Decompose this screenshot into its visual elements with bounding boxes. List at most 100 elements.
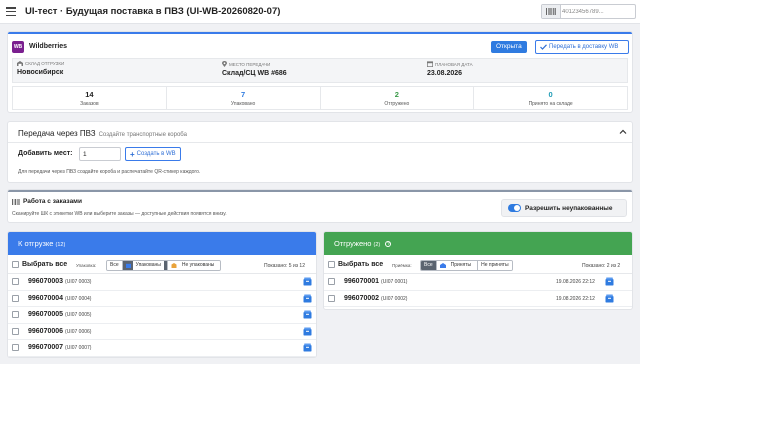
filter-unpacked[interactable]: Не упакованы [167, 261, 221, 270]
row-checkbox[interactable] [12, 278, 19, 285]
order-number: 996070006 (UI07 0006) [28, 328, 91, 335]
allow-unpacked-control: Разрешить неупакованные [501, 199, 627, 217]
box-icon[interactable] [303, 327, 312, 336]
row-checkbox[interactable] [12, 344, 19, 351]
shipment-info-row: СКЛАД ОТГРУЗКИ Новосибирск МЕСТО ПЕРЕДАЧ… [12, 58, 628, 83]
shipped-filter-row: Выбрать все Приёмка: Все Приняты Не прин… [324, 255, 632, 274]
row-checkbox[interactable] [328, 294, 335, 302]
stat-accepted: 0 Принято на складе [474, 87, 627, 109]
order-number: 996070003 (UI07 0003) [28, 278, 91, 285]
order-number: 996070005 (UI07 0005) [28, 311, 91, 318]
row-checkbox[interactable] [12, 311, 19, 318]
to-ship-panel: К отгрузке (12) Выбрать все Упаковка: Вс… [8, 232, 316, 357]
info-transfer-place-value: Склад/СЦ WB #686 [222, 70, 287, 77]
shipment-card: WB Wildberries Открыта Передать в достав… [8, 32, 632, 112]
barcode-icon [542, 5, 561, 18]
stat-orders: 14 Заказов [13, 87, 167, 109]
stat-packed-caption: Упаковано [230, 101, 256, 107]
info-planned-date: ПЛАНОВАЯ ДАТА 23.08.2026 [427, 61, 473, 77]
help-icon[interactable]: ? [385, 241, 392, 248]
box-icon[interactable] [303, 277, 312, 286]
shipped-date: 19.08.2026 22:12 [556, 279, 595, 285]
transfer-to-delivery-button[interactable]: Передать в доставку WB [535, 40, 629, 54]
barcode-icon [12, 198, 20, 205]
order-row[interactable]: 996070002 (UI07 0002) 19.08.2026 22:12 [324, 291, 632, 307]
stat-shipped-caption: Отгружено [384, 101, 410, 107]
filter-accepted[interactable]: Приняты [436, 261, 479, 270]
to-ship-shown-count: Показано: 5 из 12 [264, 263, 305, 269]
packing-filter: Все Упакованы Не упакованы [106, 260, 222, 271]
box-icon[interactable] [303, 343, 312, 352]
order-row[interactable]: 996070007 (UI07 0007) [8, 340, 316, 357]
order-row[interactable]: 996070001 (UI07 0001) 19.08.2026 22:12 [324, 274, 632, 291]
stat-shipped-value: 2 [394, 90, 399, 99]
box-icon[interactable] [303, 310, 312, 319]
order-number: 996070002 (UI07 0002) [344, 295, 407, 302]
barcode-scan-field[interactable] [541, 4, 636, 19]
pvz-title[interactable]: Передача через ПВЗ Создайте транспортные … [18, 129, 187, 138]
stat-orders-value: 14 [85, 90, 94, 99]
select-all-label: Выбрать все [22, 261, 68, 268]
box-icon[interactable] [605, 277, 614, 286]
chevron-up-icon[interactable] [619, 128, 627, 136]
row-checkbox[interactable] [12, 294, 19, 302]
shipment-stats-row: 14 Заказов 7 Упаковано 2 Отгружено 0 При… [12, 86, 628, 110]
wildberries-logo: WB [12, 41, 24, 53]
stat-shipped: 2 Отгружено [321, 87, 475, 109]
pvz-title-text: Передача через ПВЗ [18, 129, 96, 138]
location-pin-icon [222, 61, 227, 67]
warehouse-icon [439, 263, 446, 268]
acceptance-filter-label: Приёмка: [392, 263, 412, 268]
order-code: (UI07 0005) [65, 312, 92, 318]
order-row[interactable]: 996070005 (UI07 0005) [8, 307, 316, 324]
check-icon [540, 44, 547, 50]
status-badge: Открыта [491, 41, 527, 53]
allow-unpacked-toggle[interactable] [508, 204, 521, 212]
shipped-count: (2) [373, 242, 381, 248]
filter-packed-label: Упакованы [132, 261, 164, 270]
order-row[interactable]: 996070006 (UI07 0006) [8, 324, 316, 340]
transfer-to-delivery-label: Передать в доставку WB [549, 44, 619, 50]
box-icon[interactable] [303, 294, 312, 303]
filter-all[interactable]: Все [421, 261, 437, 270]
box-icon[interactable] [605, 294, 614, 303]
to-ship-title: К отгрузке [18, 239, 54, 248]
select-all-checkbox[interactable] [328, 261, 335, 268]
create-in-wb-button[interactable]: + Создать в WB [125, 147, 181, 161]
info-planned-date-label: ПЛАНОВАЯ ДАТА [435, 61, 473, 67]
select-all-checkbox[interactable] [12, 261, 19, 268]
menu-icon[interactable] [6, 7, 16, 17]
top-bar: UI-тест · Будущая поставка в ПВЗ (UI-WB-… [0, 0, 640, 24]
orders-work-title-text: Работа с заказами [23, 198, 82, 205]
order-row[interactable]: 996070003 (UI07 0003) [8, 274, 316, 291]
order-code: (UI07 0006) [65, 328, 92, 335]
order-row[interactable]: 996070004 (UI07 0004) [8, 291, 316, 307]
order-code: (UI07 0001) [381, 279, 408, 285]
stat-accepted-value: 0 [548, 90, 553, 99]
filter-not-accepted[interactable]: Не приняты [478, 261, 512, 270]
order-number-text: 996070007 [28, 344, 64, 351]
pvz-hint: Для передачи через ПВЗ создайте короба и… [18, 169, 201, 175]
order-number: 996070007 (UI07 0007) [28, 344, 91, 351]
select-all-label: Выбрать все [338, 261, 384, 268]
shipped-header: Отгружено (2) ? [324, 232, 632, 255]
barcode-input[interactable] [562, 6, 634, 17]
info-transfer-place-label: МЕСТО ПЕРЕДАЧИ [229, 61, 271, 67]
app-window: UI-тест · Будущая поставка в ПВЗ (UI-WB-… [0, 0, 640, 364]
order-number-text: 996070005 [28, 311, 64, 318]
row-checkbox[interactable] [328, 278, 335, 285]
row-checkbox[interactable] [12, 327, 19, 335]
pvz-transfer-card: Передача через ПВЗ Создайте транспортные … [8, 122, 632, 182]
filter-accepted-label: Приняты [447, 261, 475, 270]
add-places-label: Добавить мест: [18, 150, 73, 157]
packing-filter-label: Упаковка: [76, 263, 97, 268]
places-count-input[interactable] [79, 147, 121, 161]
order-number-text: 996070006 [28, 327, 64, 335]
info-warehouse-label: СКЛАД ОТГРУЗКИ [25, 61, 65, 66]
filter-all[interactable]: Все [107, 261, 123, 270]
info-transfer-place: МЕСТО ПЕРЕДАЧИ Склад/СЦ WB #686 [222, 61, 287, 77]
orders-work-hint: Сканируйте ШК с этикетки WB или выберите… [12, 211, 227, 217]
filter-packed[interactable]: Упакованы [122, 261, 168, 270]
shipped-title: Отгружено [334, 239, 372, 248]
filter-unpacked-label: Не упакованы [178, 261, 218, 270]
